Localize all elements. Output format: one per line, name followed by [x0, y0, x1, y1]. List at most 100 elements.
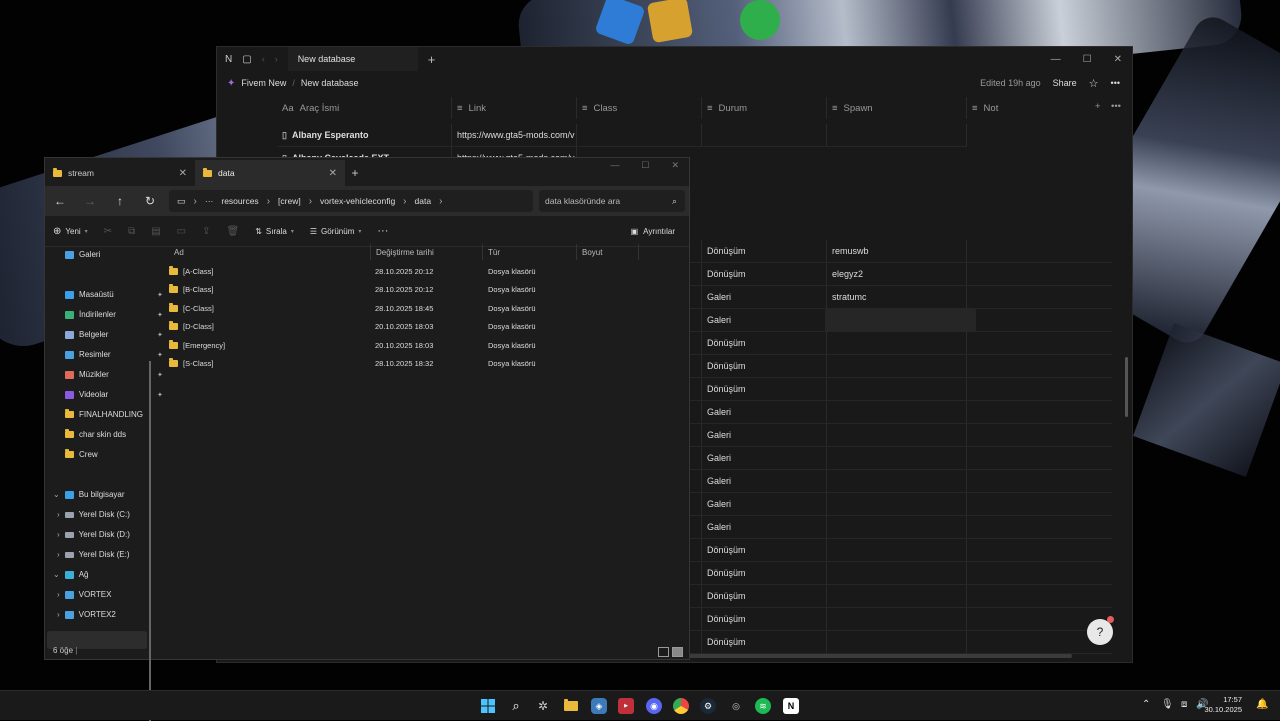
- details-pane-button[interactable]: ▣ Ayrıntılar: [631, 227, 675, 236]
- nav-item-quick-access[interactable]: Masaüstü ✦: [65, 290, 163, 299]
- spawn-cell[interactable]: elegyz2: [827, 263, 967, 285]
- nav-item-quick-access[interactable]: char skin dds: [65, 429, 126, 439]
- nav-item-quick-access[interactable]: Müzikler ✦: [65, 370, 163, 379]
- breadcrumb-segment[interactable]: [crew]: [278, 196, 301, 206]
- forward-arrow-icon[interactable]: →: [75, 194, 105, 208]
- nav-item-quick-access[interactable]: Videolar ✦: [65, 390, 163, 399]
- system-clock[interactable]: 17:57 30.10.2025: [1204, 695, 1242, 715]
- cut-icon[interactable]: ✂: [96, 226, 120, 237]
- durum-cell[interactable]: Dönüşüm: [702, 539, 827, 561]
- column-header-size[interactable]: Boyut: [577, 244, 639, 260]
- nav-item-quick-access[interactable]: İndirilenler ✦: [65, 310, 163, 319]
- chrome-icon[interactable]: [673, 698, 689, 714]
- not-cell[interactable]: [967, 516, 1112, 538]
- explorer-tab-stream[interactable]: stream ✕: [45, 160, 195, 186]
- nav-item-quick-access[interactable]: Crew: [65, 449, 98, 459]
- more-path-icon[interactable]: ···: [205, 196, 214, 206]
- not-cell[interactable]: [967, 401, 1112, 423]
- not-cell[interactable]: [967, 424, 1112, 446]
- link-cell[interactable]: https://www.gta5-mods.com/v: [452, 124, 577, 146]
- network-status-icon[interactable]: ⧈: [1181, 699, 1187, 710]
- spawn-cell[interactable]: [827, 585, 967, 607]
- durum-cell[interactable]: Galeri: [702, 516, 827, 538]
- tray-overflow-icon[interactable]: ⌃: [1142, 699, 1150, 710]
- nav-item-network[interactable]: ⌄ Ağ: [53, 570, 89, 579]
- nav-item-gallery[interactable]: Galeri: [65, 250, 100, 259]
- selected-cell[interactable]: [825, 309, 976, 332]
- chevron-right-icon[interactable]: ›: [57, 550, 60, 559]
- spawn-cell[interactable]: [827, 562, 967, 584]
- favorite-star-icon[interactable]: ☆: [1089, 77, 1099, 90]
- not-cell[interactable]: [967, 447, 1112, 469]
- nav-item-this-pc[interactable]: ⌄ Bu bilgisayar: [53, 490, 125, 499]
- nav-item-quick-access[interactable]: Resimler ✦: [65, 350, 163, 359]
- chevron-right-icon[interactable]: ›: [57, 530, 60, 539]
- pin-icon[interactable]: ✦: [157, 291, 163, 299]
- durum-cell[interactable]: Galeri: [702, 447, 827, 469]
- more-options-icon[interactable]: ···: [369, 225, 396, 237]
- chevron-down-icon[interactable]: ⌄: [53, 490, 60, 499]
- spawn-cell[interactable]: [827, 516, 967, 538]
- chevron-right-icon[interactable]: ›: [57, 610, 60, 619]
- pin-icon[interactable]: ✦: [157, 391, 163, 399]
- details-view-icon[interactable]: [658, 647, 669, 657]
- nav-scrollbar[interactable]: [149, 361, 151, 721]
- pin-icon[interactable]: ✦: [157, 351, 163, 359]
- not-cell[interactable]: [967, 263, 1112, 285]
- not-cell[interactable]: [967, 240, 1112, 262]
- back-arrow-icon[interactable]: ←: [45, 194, 75, 208]
- not-cell[interactable]: [967, 539, 1112, 561]
- spawn-cell[interactable]: [827, 378, 967, 400]
- help-button[interactable]: ?: [1087, 616, 1114, 645]
- maximize-icon[interactable]: ☐: [1083, 54, 1092, 65]
- breadcrumb-workspace[interactable]: Fivem New: [241, 78, 286, 88]
- nav-item-drive[interactable]: › Yerel Disk (E:): [57, 550, 130, 559]
- bug-app-icon[interactable]: ✲: [535, 698, 551, 714]
- spawn-cell[interactable]: [827, 401, 967, 423]
- spawn-cell[interactable]: remuswb: [827, 240, 967, 262]
- durum-cell[interactable]: Galeri: [702, 401, 827, 423]
- video-app-icon[interactable]: ▶: [618, 698, 634, 714]
- spawn-cell[interactable]: [827, 493, 967, 515]
- durum-cell[interactable]: Dönüşüm: [702, 263, 827, 285]
- durum-cell[interactable]: Dönüşüm: [702, 608, 827, 630]
- vertical-scrollbar[interactable]: [1125, 357, 1128, 417]
- chevron-right-icon[interactable]: ›: [57, 510, 60, 519]
- spawn-cell[interactable]: [827, 608, 967, 630]
- share-button[interactable]: Share: [1053, 78, 1077, 88]
- not-cell[interactable]: [967, 355, 1112, 377]
- list-item[interactable]: [D-Class] 20.10.2025 18:03 Dosya klasörü: [169, 318, 581, 336]
- network-app-icon[interactable]: ◈: [591, 698, 607, 714]
- new-tab-button[interactable]: +: [428, 52, 436, 67]
- column-header[interactable]: ≡ Link: [452, 97, 577, 119]
- not-cell[interactable]: [967, 286, 1112, 308]
- forward-arrow-icon[interactable]: ›: [275, 54, 278, 64]
- column-header[interactable]: ≡ Class: [577, 97, 702, 119]
- copy-icon[interactable]: ⧉: [120, 226, 143, 237]
- spawn-cell[interactable]: [827, 447, 967, 469]
- not-cell[interactable]: [967, 309, 1112, 331]
- durum-cell[interactable]: Galeri: [702, 424, 827, 446]
- durum-cell[interactable]: Dönüşüm: [702, 332, 827, 354]
- column-header-name[interactable]: Ad: [169, 244, 371, 260]
- pin-icon[interactable]: ✦: [157, 331, 163, 339]
- list-item[interactable]: [C-Class] 28.10.2025 18:45 Dosya klasörü: [169, 299, 581, 317]
- not-cell[interactable]: [967, 378, 1112, 400]
- more-options-icon[interactable]: •••: [1111, 78, 1120, 88]
- up-arrow-icon[interactable]: ↑: [105, 194, 135, 208]
- not-cell[interactable]: [967, 585, 1112, 607]
- address-bar[interactable]: ▭ › ··· resources › [crew] › vortex-vehi…: [169, 190, 533, 212]
- refresh-icon[interactable]: ↻: [135, 194, 165, 208]
- pin-icon[interactable]: ✦: [157, 311, 163, 319]
- spawn-cell[interactable]: [827, 332, 967, 354]
- spawn-cell[interactable]: [827, 631, 967, 653]
- durum-cell[interactable]: Galeri: [702, 309, 827, 331]
- close-icon[interactable]: ✕: [671, 160, 679, 171]
- minimize-icon[interactable]: —: [610, 160, 619, 171]
- breadcrumb-segment[interactable]: vortex-vehicleconfig: [320, 196, 395, 206]
- durum-cell[interactable]: Dönüşüm: [702, 240, 827, 262]
- not-cell[interactable]: [967, 493, 1112, 515]
- chevron-right-icon[interactable]: ›: [57, 590, 60, 599]
- nav-item-quick-access[interactable]: Belgeler ✦: [65, 330, 163, 339]
- nav-item-network-computer[interactable]: › VORTEX: [57, 590, 111, 599]
